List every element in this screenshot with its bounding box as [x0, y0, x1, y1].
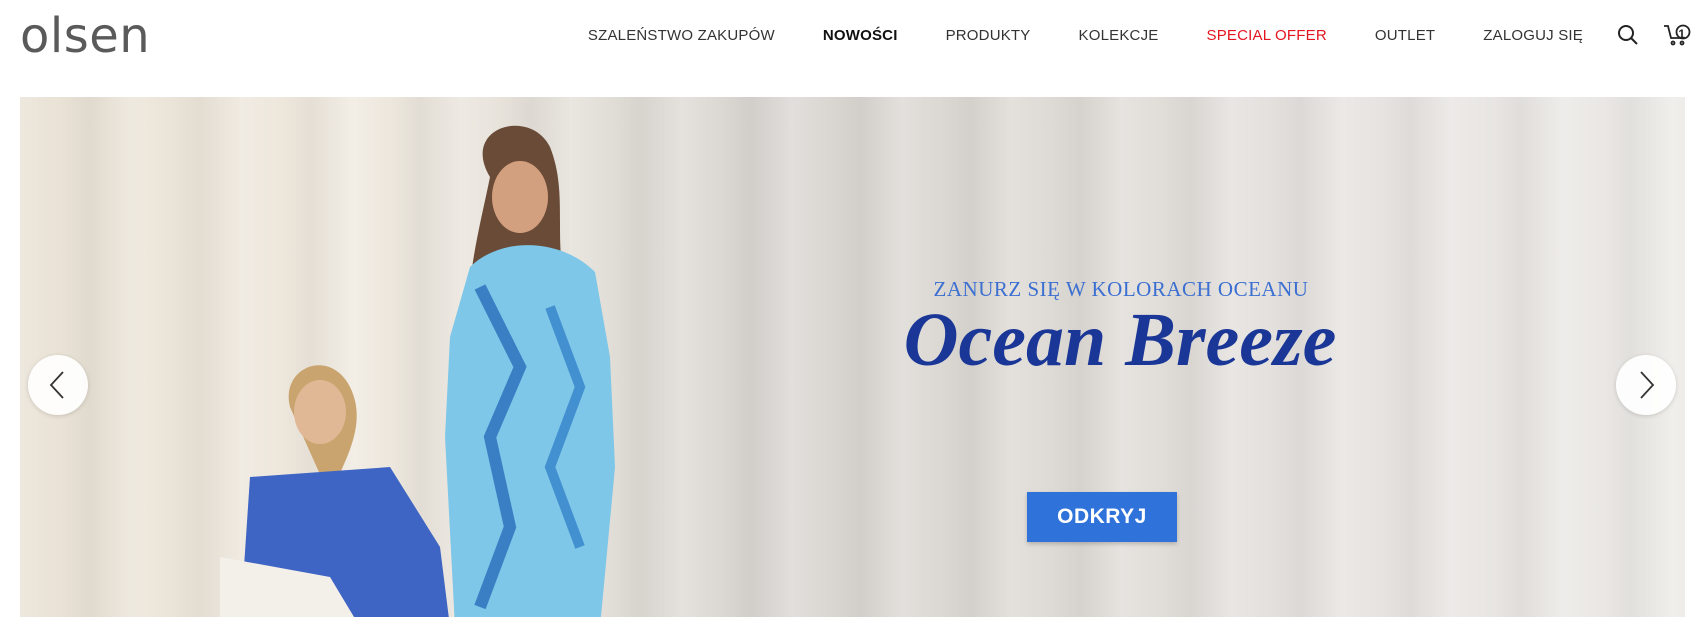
- hero-title: Ocean Breeze: [903, 298, 1337, 382]
- chevron-right-icon: [1640, 371, 1655, 399]
- carousel-prev-button[interactable]: [28, 355, 88, 415]
- search-icon[interactable]: [1617, 24, 1639, 46]
- site-header: olsen SZALEŃSTWO ZAKUPÓW NOWOŚCI PRODUKT…: [0, 0, 1707, 96]
- nav-item-login[interactable]: ZALOGUJ SIĘ: [1483, 27, 1583, 44]
- models-image: [220, 125, 615, 617]
- main-nav: SZALEŃSTWO ZAKUPÓW NOWOŚCI PRODUKTY KOLE…: [540, 0, 1707, 70]
- chevron-left-icon: [49, 371, 64, 399]
- nav-item-new[interactable]: NOWOŚCI: [823, 27, 898, 44]
- cart-count-badge: 1: [1678, 27, 1685, 41]
- cart-icon[interactable]: 1: [1663, 24, 1691, 46]
- nav-item-shopping-madness[interactable]: SZALEŃSTWO ZAKUPÓW: [588, 27, 775, 44]
- hero-banner: ZANURZ SIĘ W KOLORACH OCEANU Ocean Breez…: [20, 97, 1685, 617]
- nav-item-special-offer[interactable]: SPECIAL OFFER: [1206, 27, 1326, 44]
- nav-item-outlet[interactable]: OUTLET: [1375, 27, 1435, 44]
- discover-button[interactable]: ODKRYJ: [1027, 492, 1177, 542]
- nav-item-collections[interactable]: KOLEKCJE: [1079, 27, 1159, 44]
- brand-logo[interactable]: olsen: [20, 8, 150, 64]
- nav-item-products[interactable]: PRODUKTY: [946, 27, 1031, 44]
- carousel-next-button[interactable]: [1616, 355, 1676, 415]
